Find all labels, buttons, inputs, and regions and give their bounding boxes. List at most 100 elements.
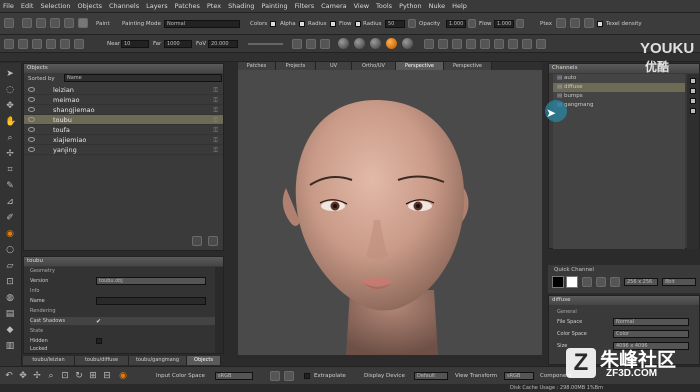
object-row-toufa[interactable]: toufa ⚿ (24, 125, 223, 135)
frame-bottom-icon[interactable]: ⊡ (60, 371, 70, 381)
lighting-ball-icon-active[interactable] (386, 38, 397, 49)
visibility-eye-icon[interactable] (28, 107, 35, 112)
menu-python[interactable]: Python (399, 2, 422, 10)
visibility-eye-icon[interactable] (28, 117, 35, 122)
pan-view-icon[interactable] (18, 39, 28, 49)
visibility-eye-icon[interactable] (28, 87, 35, 92)
ring-icon[interactable]: ○ (5, 245, 15, 255)
layers-tool-icon[interactable]: ▤ (5, 309, 15, 319)
hand-icon[interactable]: ✋ (5, 117, 16, 127)
dropper-icon[interactable]: ⊿ (5, 197, 15, 207)
crop-icon[interactable]: ⌗ (5, 165, 15, 175)
menu-selection[interactable]: Selection (40, 2, 70, 10)
stamp-icon[interactable]: ⊡ (5, 277, 15, 287)
display-option-icon-7[interactable] (508, 39, 518, 49)
ptex-edit-icon[interactable] (570, 18, 580, 28)
menu-patches[interactable]: Patches (175, 2, 200, 10)
lighting-ball-icon-2[interactable] (354, 38, 365, 49)
extrapolate-checkbox[interactable] (304, 373, 310, 379)
menu-painting[interactable]: Painting (261, 2, 287, 10)
brush-icon[interactable] (22, 18, 32, 28)
select-arrow-icon[interactable]: ➤ (5, 69, 15, 79)
zoom-bottom-icon[interactable]: ⌕ (46, 371, 56, 381)
wireframe-icon[interactable] (60, 39, 70, 49)
radius-arrow-icon[interactable] (408, 19, 416, 28)
menu-objects[interactable]: Objects (77, 2, 102, 10)
black-swatch[interactable] (552, 276, 564, 288)
menu-filters[interactable]: Filters (295, 2, 314, 10)
tab-toubu-leizian[interactable]: toubu/leizian (23, 356, 75, 365)
fov-field[interactable]: 20.000 (208, 40, 238, 48)
zoom-view-icon[interactable] (32, 39, 42, 49)
eraser-icon[interactable] (50, 18, 60, 28)
display-option-icon-3[interactable] (452, 39, 462, 49)
display-option-icon-8[interactable] (522, 39, 532, 49)
visibility-eye-icon[interactable] (28, 97, 35, 102)
visibility-eye-icon[interactable] (28, 137, 35, 142)
opacity-field[interactable]: 1.000 (446, 20, 466, 28)
far-field[interactable]: 1000 (164, 40, 192, 48)
display-option-icon-1[interactable] (424, 39, 434, 49)
view-transform-select[interactable]: sRGB (504, 372, 534, 380)
menu-nuke[interactable]: Nuke (429, 2, 446, 10)
channel-toggle-1[interactable] (690, 78, 696, 84)
menu-layers[interactable]: Layers (146, 2, 168, 10)
lock-icon[interactable]: ⚿ (213, 146, 218, 156)
tab-perspective[interactable]: Perspective (444, 62, 492, 70)
rotate-view-icon[interactable] (4, 39, 14, 49)
channel-toggle-4[interactable] (690, 108, 696, 114)
flow-arrow-icon[interactable] (516, 19, 524, 28)
visibility-eye-icon[interactable] (28, 127, 35, 132)
opacity-arrow-icon[interactable] (468, 19, 476, 28)
tab-ortho-uv[interactable]: Ortho/UV (352, 62, 396, 70)
state-section[interactable]: State (30, 327, 43, 335)
display-option-icon-6[interactable] (494, 39, 504, 49)
fit-bottom-icon[interactable]: ⊞ (88, 371, 98, 381)
magnify-icon[interactable]: ⌕ (5, 133, 15, 143)
new-icon[interactable] (4, 18, 14, 28)
frame-view-icon[interactable] (46, 39, 56, 49)
tab-uv[interactable]: UV (316, 62, 352, 70)
object-row-toubu[interactable]: toubu ⚿ (24, 115, 223, 125)
menu-camera[interactable]: Camera (321, 2, 347, 10)
sorted-by-select[interactable]: Name (64, 74, 222, 82)
gradient-tool-icon[interactable]: ▥ (5, 341, 15, 351)
3d-viewport[interactable] (238, 70, 542, 355)
paint-bucket-icon[interactable] (36, 18, 46, 28)
cast-shadows-check-icon[interactable]: ✔ (96, 318, 101, 325)
object-row-yanjing[interactable]: yanjing ⚿ (24, 145, 223, 155)
channel-row-gangmang[interactable]: ▤ gangmang (553, 101, 685, 110)
radius-field[interactable]: 50 (385, 20, 405, 28)
channel-toggle-3[interactable] (690, 98, 696, 104)
flow-checkbox[interactable] (355, 21, 361, 27)
move-bottom-icon[interactable]: ✢ (32, 371, 42, 381)
texel-density-checkbox[interactable] (597, 21, 603, 27)
add-object-icon[interactable] (192, 236, 202, 246)
tab-objects[interactable]: Objects (187, 356, 221, 365)
radius-checkbox[interactable] (330, 21, 336, 27)
ptex-grid-icon[interactable] (556, 18, 566, 28)
lasso-icon[interactable]: ◌ (5, 85, 15, 95)
stamp-bottom-icon[interactable] (284, 371, 294, 381)
menu-shading[interactable]: Shading (228, 2, 254, 10)
hidden-checkbox[interactable] (96, 338, 102, 344)
object-row-meimao[interactable]: meimao ⚿ (24, 95, 223, 105)
channel-depth-select[interactable]: 8bit (662, 278, 696, 286)
properties-scrollbar[interactable] (215, 267, 223, 353)
color-target-icon[interactable]: ◉ (118, 371, 128, 381)
menu-tools[interactable]: Tools (376, 2, 392, 10)
grid-bottom-icon[interactable]: ⊟ (102, 371, 112, 381)
menu-help[interactable]: Help (452, 2, 467, 10)
object-row-leizian[interactable]: leizian ⚿ (24, 85, 223, 95)
menu-file[interactable]: File (3, 2, 14, 10)
lighting-ball-icon-3[interactable] (370, 38, 381, 49)
ptex-settings-icon[interactable] (584, 18, 594, 28)
blur-icon[interactable]: ◍ (5, 293, 15, 303)
channel-add-icon[interactable] (582, 277, 592, 287)
object-row-shangjiemao[interactable]: shangjiemao ⚿ (24, 105, 223, 115)
lighting-ball-icon-1[interactable] (338, 38, 349, 49)
object-row-xiajiemiao[interactable]: xiajiemiao ⚿ (24, 135, 223, 145)
input-color-space-select[interactable]: sRGB (215, 372, 253, 380)
tab-toubu-diffuse[interactable]: toubu/diffuse (75, 356, 129, 365)
clone-icon[interactable] (78, 18, 88, 28)
